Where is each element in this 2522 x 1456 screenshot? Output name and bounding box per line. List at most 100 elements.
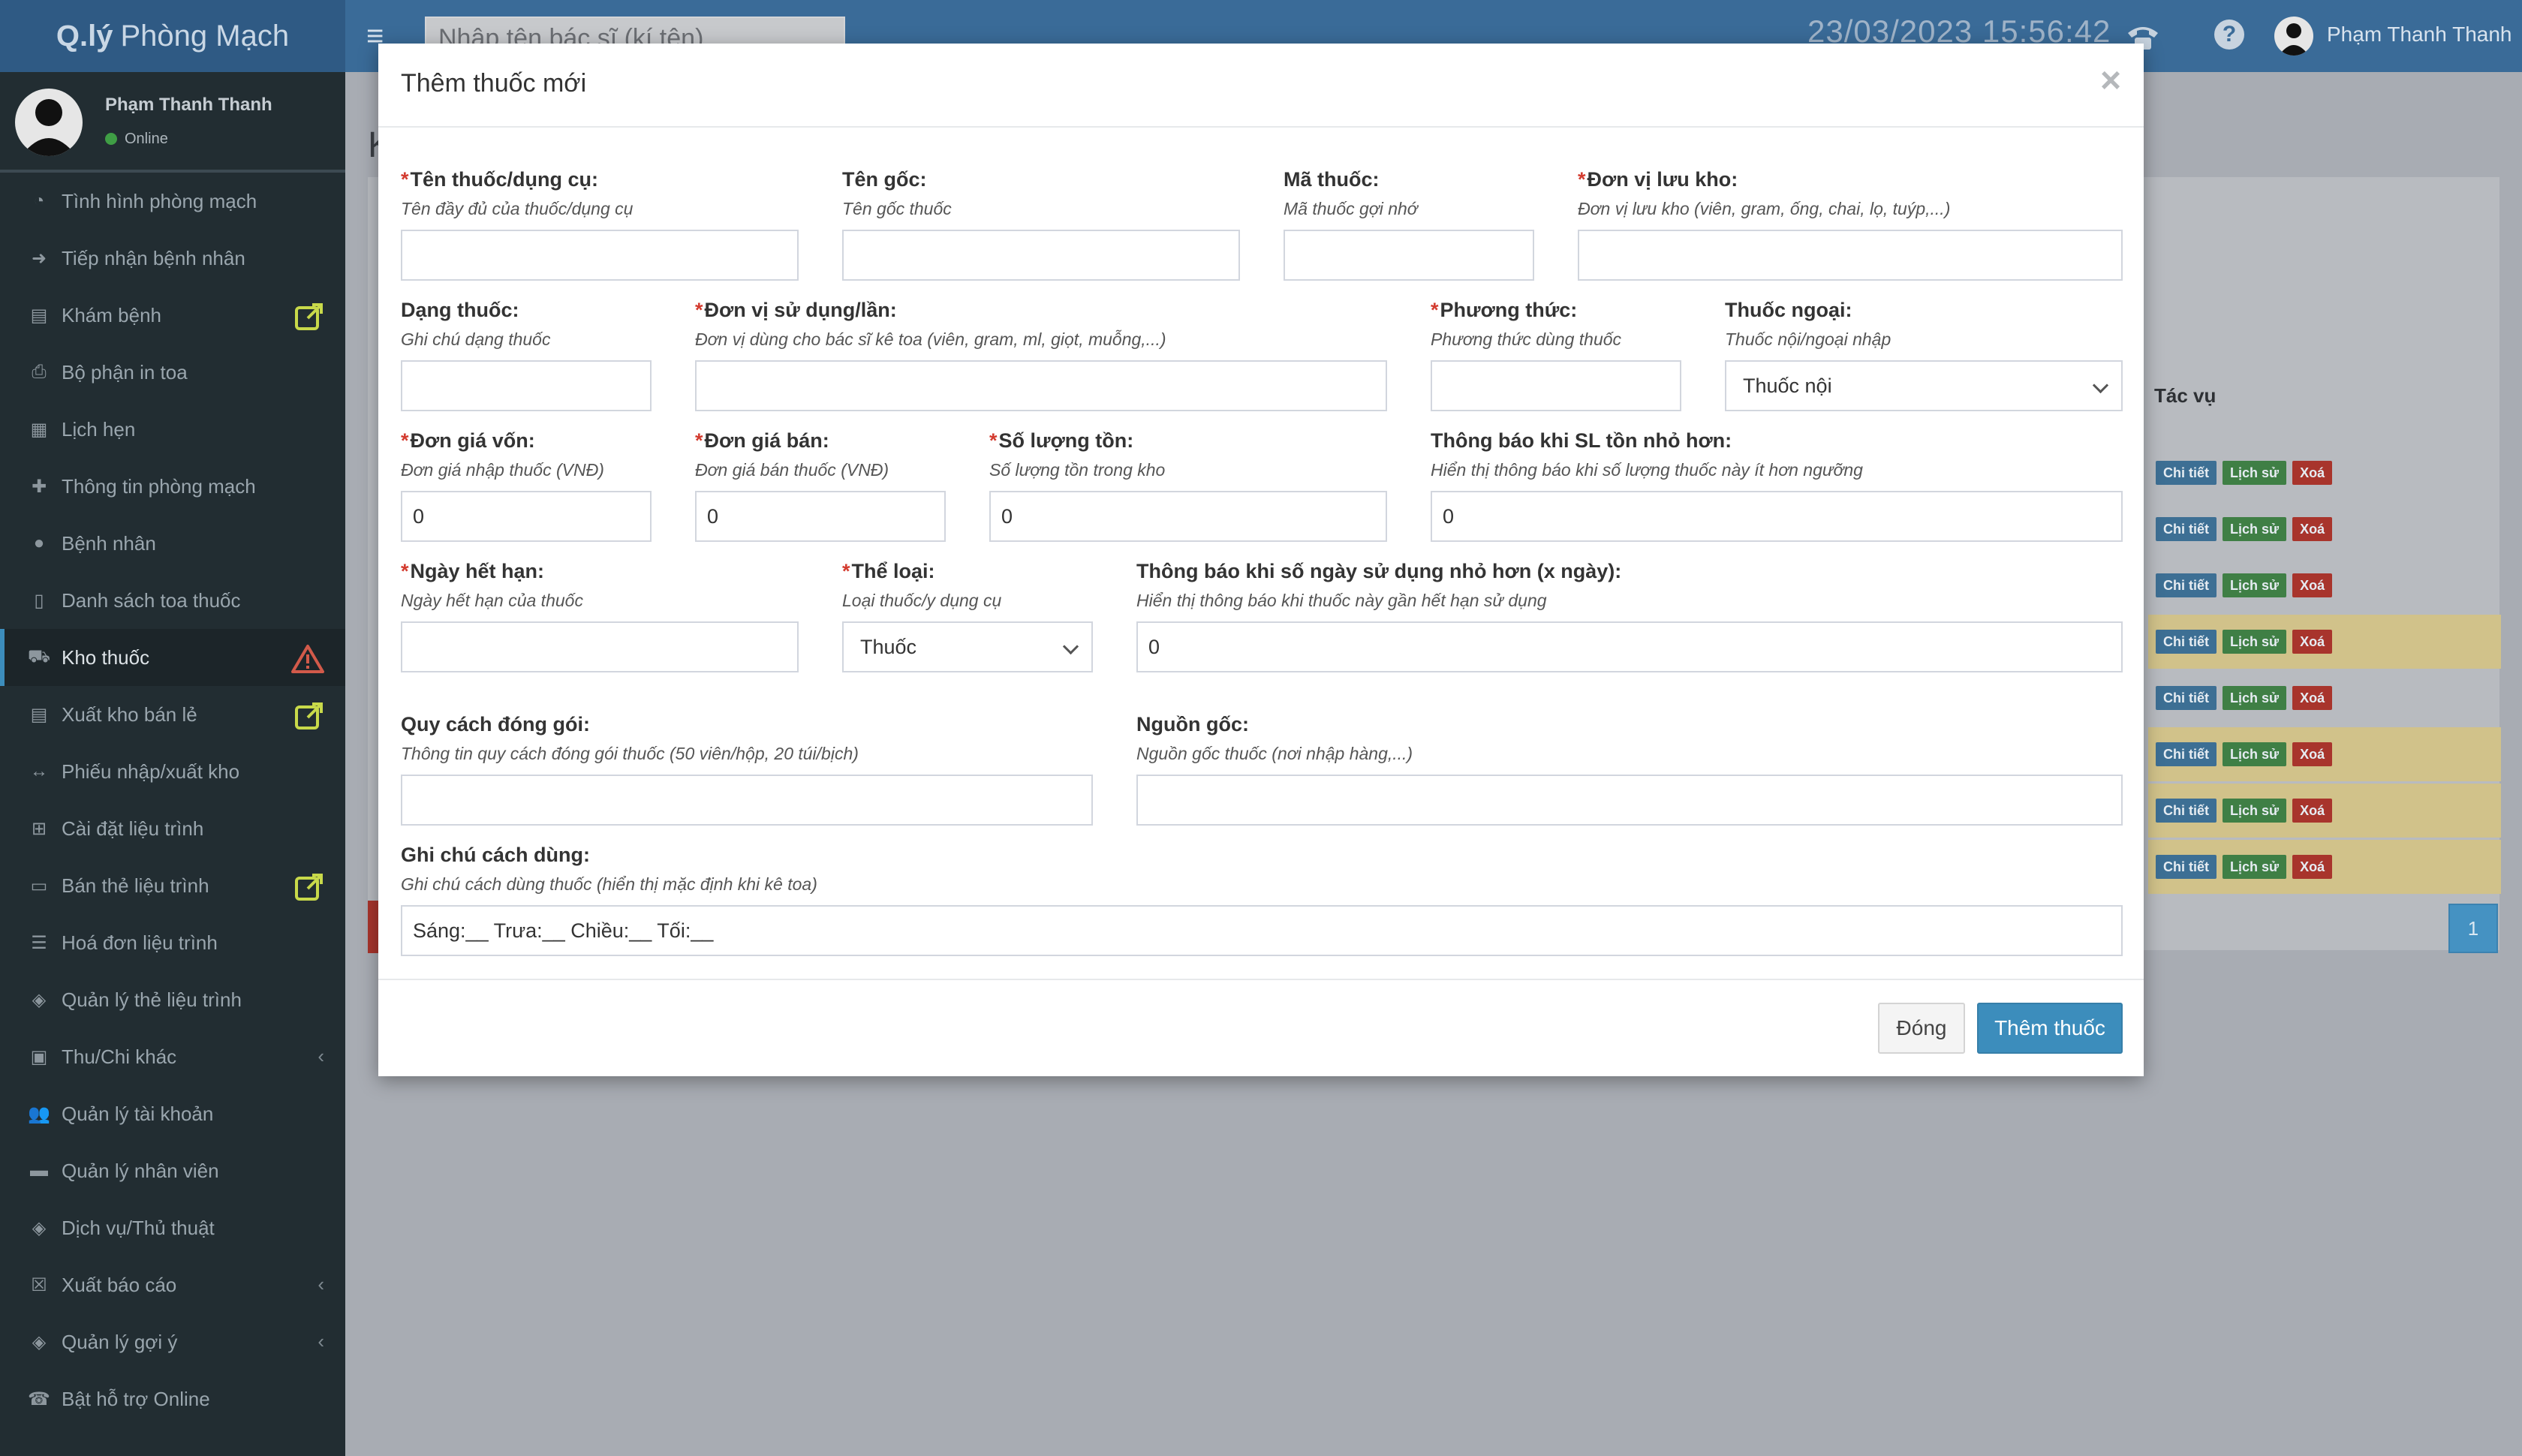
generic-name-input[interactable] [842, 230, 1240, 281]
method-input[interactable] [1431, 360, 1681, 411]
sidebar-item-stock-slips[interactable]: ↔ Phiếu nhập/xuất kho [0, 743, 345, 800]
pagination-page-1[interactable]: 1 [2448, 904, 2498, 953]
sidebar-item-treatment-cards[interactable]: ◈ Quản lý thẻ liệu trình [0, 971, 345, 1028]
app-logo[interactable]: Q.lý Phòng Mạch [0, 0, 345, 72]
field-medicine-name: *Tên thuốc/dụng cụ: Tên đầy đủ của thuốc… [401, 168, 634, 218]
tags-icon: ◈ [32, 989, 47, 1010]
sidebar-item-staff[interactable]: ▬ Quản lý nhân viên [0, 1142, 345, 1199]
close-button[interactable]: Đóng [1878, 1003, 1965, 1054]
table-row: Chi tiết Lịch sử Xoá [2148, 446, 2501, 500]
delete-button[interactable]: Xoá [2292, 686, 2333, 710]
field-method: *Phương thức: Phương thức dùng thuốc [1431, 299, 1622, 349]
low-stock-threshold-input[interactable]: 0 [1431, 491, 2123, 542]
required-marker: * [1578, 168, 1586, 191]
modal-header: Thêm thuốc mới × [378, 44, 2144, 128]
table-icon: ⊞ [31, 818, 47, 839]
delete-button[interactable]: Xoá [2292, 517, 2333, 541]
medicine-name-input[interactable] [401, 230, 799, 281]
cost-price-input[interactable]: 0 [401, 491, 652, 542]
ambulance-icon: ⛟ [27, 646, 51, 666]
detail-button[interactable]: Chi tiết [2156, 461, 2217, 485]
file-icon: ▯ [34, 590, 44, 611]
user-avatar[interactable] [2274, 17, 2313, 56]
sidebar-item-reception[interactable]: ➜ Tiếp nhận bệnh nhân [0, 230, 345, 287]
detail-button[interactable]: Chi tiết [2156, 855, 2217, 879]
sidebar-item-services[interactable]: ◈ Dịch vụ/Thủ thuật [0, 1199, 345, 1256]
detail-button[interactable]: Chi tiết [2156, 742, 2217, 766]
external-link-icon[interactable] [294, 701, 324, 731]
sidebar-item-reports[interactable]: ☒ Xuất báo cáo ‹ [0, 1256, 345, 1313]
delete-button[interactable]: Xoá [2292, 799, 2333, 823]
table-row: Chi tiết Lịch sử Xoá [2148, 558, 2501, 612]
sale-price-input[interactable]: 0 [695, 491, 946, 542]
sign-in-icon: ➜ [31, 248, 47, 269]
expiry-warning-days-input[interactable]: 0 [1136, 621, 2123, 672]
table-row: Chi tiết Lịch sử Xoá [2148, 671, 2501, 725]
delete-button[interactable]: Xoá [2292, 630, 2333, 654]
sidebar-item-prescriptions[interactable]: ▯ Danh sách toa thuốc [0, 572, 345, 629]
storage-unit-input[interactable] [1578, 230, 2123, 281]
external-link-icon[interactable] [294, 302, 324, 332]
money-icon: ▣ [30, 1046, 48, 1067]
add-medicine-button[interactable]: Thêm thuốc [1977, 1003, 2123, 1054]
briefcase-icon: ▬ [30, 1160, 48, 1181]
field-packaging: Quy cách đóng gói: Thông tin quy cách đó… [401, 713, 859, 763]
user-name[interactable]: Phạm Thanh Thanh [2327, 23, 2511, 47]
origin-input[interactable] [1136, 775, 2123, 826]
imported-select[interactable]: Thuốc nội [1725, 360, 2123, 411]
sidebar-item-clinic-info[interactable]: ✚ Thông tin phòng mạch [0, 458, 345, 515]
sidebar-item-appointments[interactable]: ▦ Lịch hẹn [0, 401, 345, 458]
delete-button[interactable]: Xoá [2292, 461, 2333, 485]
sidebar-item-accounts[interactable]: 👥 Quản lý tài khoản [0, 1085, 345, 1142]
sidebar-item-treatment-invoices[interactable]: ☰ Hoá đơn liệu trình [0, 914, 345, 971]
sidebar-item-dashboard[interactable]: ◔ Tình hình phòng mạch [0, 173, 345, 230]
add-medicine-modal: Thêm thuốc mới × *Tên thuốc/dụng cụ: Tên… [378, 44, 2144, 1076]
delete-button[interactable]: Xoá [2292, 855, 2333, 879]
table-row: Chi tiết Lịch sử Xoá [2148, 615, 2501, 669]
action-column-header: Tác vụ [2154, 384, 2217, 407]
required-marker: * [401, 168, 409, 191]
delete-button[interactable]: Xoá [2292, 573, 2333, 597]
category-select[interactable]: Thuốc [842, 621, 1093, 672]
sidebar-item-suggestions[interactable]: ◈ Quản lý gợi ý ‹ [0, 1313, 345, 1370]
detail-button[interactable]: Chi tiết [2156, 517, 2217, 541]
sidebar-item-print[interactable]: ⎙ Bộ phận in toa [0, 344, 345, 401]
field-expiry-date: *Ngày hết hạn: Ngày hết hạn của thuốc [401, 560, 583, 610]
history-button[interactable]: Lịch sử [2223, 686, 2287, 710]
detail-button[interactable]: Chi tiết [2156, 630, 2217, 654]
close-icon[interactable]: × [2100, 63, 2121, 99]
usage-unit-input[interactable] [695, 360, 1387, 411]
expiry-date-input[interactable] [401, 621, 799, 672]
sidebar-item-online-support[interactable]: ☎ Bật hỗ trợ Online [0, 1370, 345, 1427]
sidebar-item-examination[interactable]: ▤ Khám bệnh [0, 287, 345, 344]
detail-button[interactable]: Chi tiết [2156, 573, 2217, 597]
detail-button[interactable]: Chi tiết [2156, 686, 2217, 710]
list-icon: ☰ [31, 932, 47, 953]
dosage-form-input[interactable] [401, 360, 652, 411]
history-button[interactable]: Lịch sử [2223, 517, 2287, 541]
history-button[interactable]: Lịch sử [2223, 799, 2287, 823]
history-button[interactable]: Lịch sử [2223, 573, 2287, 597]
field-imported: Thuốc ngoại: Thuốc nội/ngoại nhập [1725, 299, 1892, 349]
table-row: Chi tiết Lịch sử Xoá [2148, 727, 2501, 781]
detail-button[interactable]: Chi tiết [2156, 799, 2217, 823]
external-link-icon[interactable] [294, 872, 324, 902]
history-button[interactable]: Lịch sử [2223, 855, 2287, 879]
medicine-code-input[interactable] [1284, 230, 1534, 281]
sidebar-item-treatment-setup[interactable]: ⊞ Cài đặt liệu trình [0, 800, 345, 857]
sidebar-item-patients[interactable]: ● Bệnh nhân [0, 515, 345, 572]
help-icon[interactable]: ? [2214, 20, 2244, 50]
sidebar-item-pharmacy[interactable]: ⛟ Kho thuốc [0, 629, 345, 686]
history-button[interactable]: Lịch sử [2223, 461, 2287, 485]
usage-notes-input[interactable]: Sáng:__ Trưa:__ Chiều:__ Tối:__ [401, 905, 2123, 956]
user-panel: Phạm Thanh Thanh Online [0, 72, 345, 173]
field-generic-name: Tên gốc: Tên gốc thuốc [842, 168, 952, 218]
history-button[interactable]: Lịch sử [2223, 742, 2287, 766]
packaging-input[interactable] [401, 775, 1093, 826]
stock-quantity-input[interactable]: 0 [989, 491, 1387, 542]
history-button[interactable]: Lịch sử [2223, 630, 2287, 654]
delete-button[interactable]: Xoá [2292, 742, 2333, 766]
sidebar-item-treatment-card-sale[interactable]: ▭ Bán thẻ liệu trình [0, 857, 345, 914]
sidebar-item-retail-export[interactable]: ▤ Xuất kho bán lẻ [0, 686, 345, 743]
sidebar-item-income-expense[interactable]: ▣ Thu/Chi khác ‹ [0, 1028, 345, 1085]
